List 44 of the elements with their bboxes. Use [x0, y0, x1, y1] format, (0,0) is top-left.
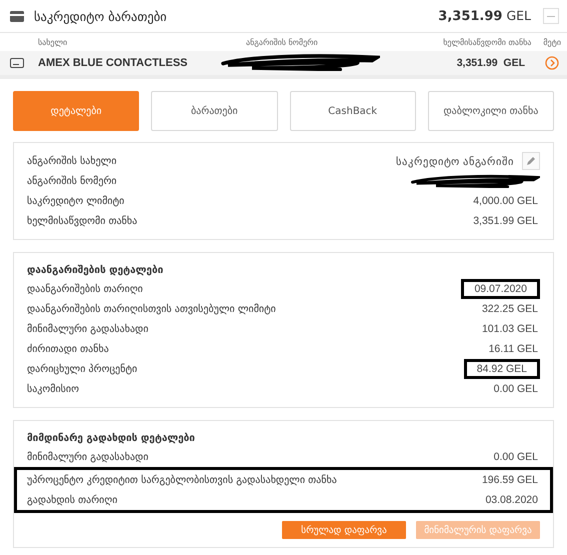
card-icon [10, 58, 24, 68]
row-value: 3,351.99 GEL [472, 214, 539, 228]
pencil-icon [526, 156, 536, 166]
row-label: უპროცენტო კრედიტით სარგებლობისთვის გადასახდელი თანხა [27, 474, 337, 486]
tab[interactable]: ბარათები [151, 91, 278, 131]
section-title: დაანგარიშების დეტალები [27, 265, 164, 276]
total-amount: 3,351.99 GEL [438, 8, 531, 24]
row-value: 196.59 GEL [480, 473, 539, 487]
row-label: ანგარიშის ნომერი [27, 176, 117, 186]
row-label: საკრედიტო ლიმიტი [27, 196, 124, 206]
card-amount: 3,351.99 GEL [456, 57, 525, 69]
row-value: 03.08.2020 [484, 493, 539, 507]
column-header: ანგარიშის ნომერი [246, 38, 319, 46]
row-value: 16.11 GEL [488, 342, 539, 356]
row-value: 4,000.00 GEL [472, 194, 539, 208]
row-label: მინიმალური გადასახადი [27, 452, 148, 462]
column-header: მეტი [543, 38, 561, 46]
row-value: 101.03 GEL [480, 322, 539, 336]
row-label: ხელმისაწვდომი თანხა [27, 216, 138, 226]
row-label: ძირითადი თანხა [27, 344, 109, 354]
row-label: მინიმალური გადასახადი [27, 324, 148, 334]
row-value: 84.92 GEL [464, 359, 540, 379]
row-label: გადახდის თარიღი [27, 494, 118, 506]
column-header: სახელი [38, 38, 68, 46]
collapse-button[interactable] [543, 8, 559, 24]
chevron-circle-icon[interactable] [545, 56, 559, 70]
row-label: საკომისიო [27, 384, 79, 394]
row-value: 09.07.2020 [461, 279, 540, 299]
row-value: 322.25 GEL [480, 302, 539, 316]
tab[interactable]: დაბლოკილი თანხა [428, 91, 554, 131]
row-label: დაანგარიშების თარიღი [27, 284, 143, 294]
row-value: 0.00 GEL [492, 450, 539, 464]
tab[interactable]: CashBack [290, 91, 416, 131]
column-header: ხელმისაწვდომი თანხა [442, 38, 532, 46]
account-name-value: საკრედიტო ანგარიში [395, 154, 515, 168]
row-label: დაანგარიშების თარიღისთვის ათვისებული ლიმიტი [27, 304, 276, 314]
card-name[interactable]: AMEX BLUE CONTACTLESS [38, 57, 220, 69]
row-label: დარიცხული პროცენტი [27, 364, 138, 374]
section-title: მიმდინარე გადახდის დეტალები [27, 433, 196, 444]
edit-button[interactable] [522, 152, 540, 170]
page-title: საკრედიტო ბარათები [34, 8, 168, 24]
row-value: 0.00 GEL [492, 382, 539, 396]
card-icon [10, 10, 24, 22]
row-label: ანგარიშის სახელი [27, 156, 117, 166]
